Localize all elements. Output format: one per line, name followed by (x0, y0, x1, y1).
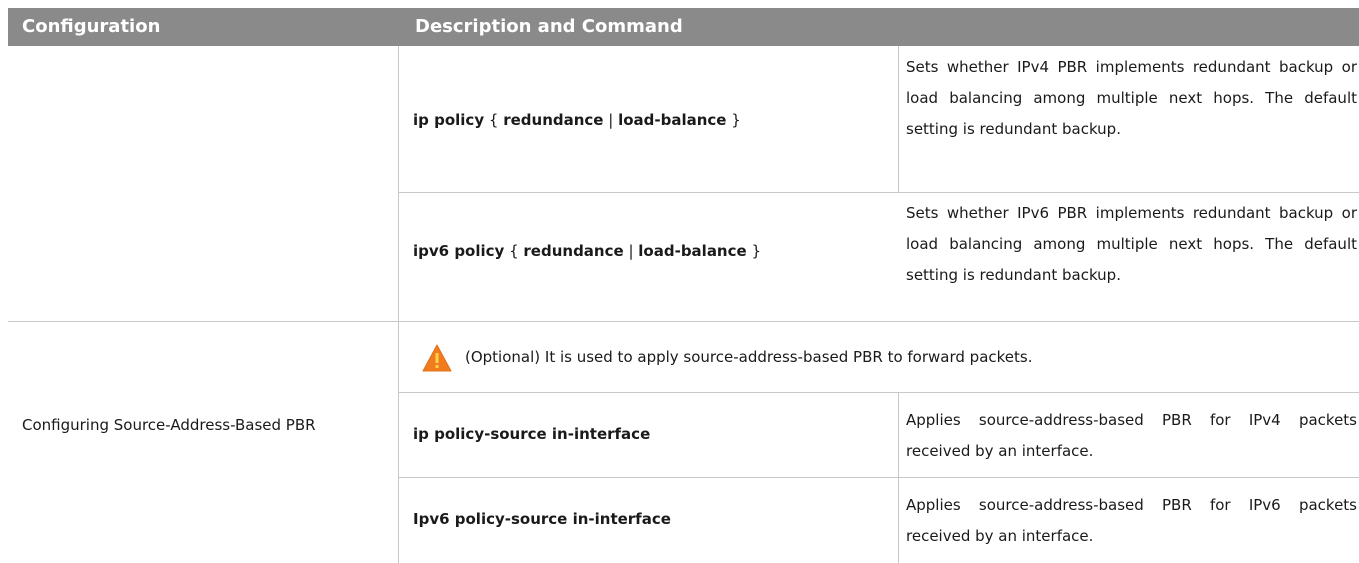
column-divider (898, 393, 899, 563)
row-divider (399, 192, 1359, 193)
header-description-command: Description and Command (415, 16, 683, 37)
description-ip-policy-source: Applies source-address-based PBR for IPv… (906, 411, 1357, 460)
row-divider (399, 392, 1359, 393)
row-divider (8, 321, 1359, 322)
description-ip-policy: Sets whether IPv4 PBR implements redunda… (906, 58, 1357, 138)
table-header: Configuration Description and Command (8, 8, 1359, 46)
command-ipv6-policy-source: Ipv6 policy-source in-interface (413, 510, 671, 528)
command-ip-policy-source: ip policy-source in-interface (413, 425, 651, 443)
command-ipv6-policy: ipv6 policy { redundance | load-balance … (413, 242, 761, 260)
optional-note: (Optional) It is used to apply source-ad… (465, 348, 1033, 366)
command-ip-policy: ip policy { redundance | load-balance } (413, 111, 741, 129)
row-divider (399, 477, 1359, 478)
configuration-source-address-pbr: Configuring Source-Address-Based PBR (22, 416, 316, 434)
column-divider (898, 46, 899, 192)
warning-icon (422, 344, 452, 372)
column-divider (398, 46, 399, 563)
config-table: Configuration Description and Command ip… (8, 8, 1359, 563)
header-configuration: Configuration (22, 16, 161, 37)
description-ipv6-policy: Sets whether IPv6 PBR implements redunda… (906, 204, 1357, 284)
description-ipv6-policy-source: Applies source-address-based PBR for IPv… (906, 496, 1357, 545)
